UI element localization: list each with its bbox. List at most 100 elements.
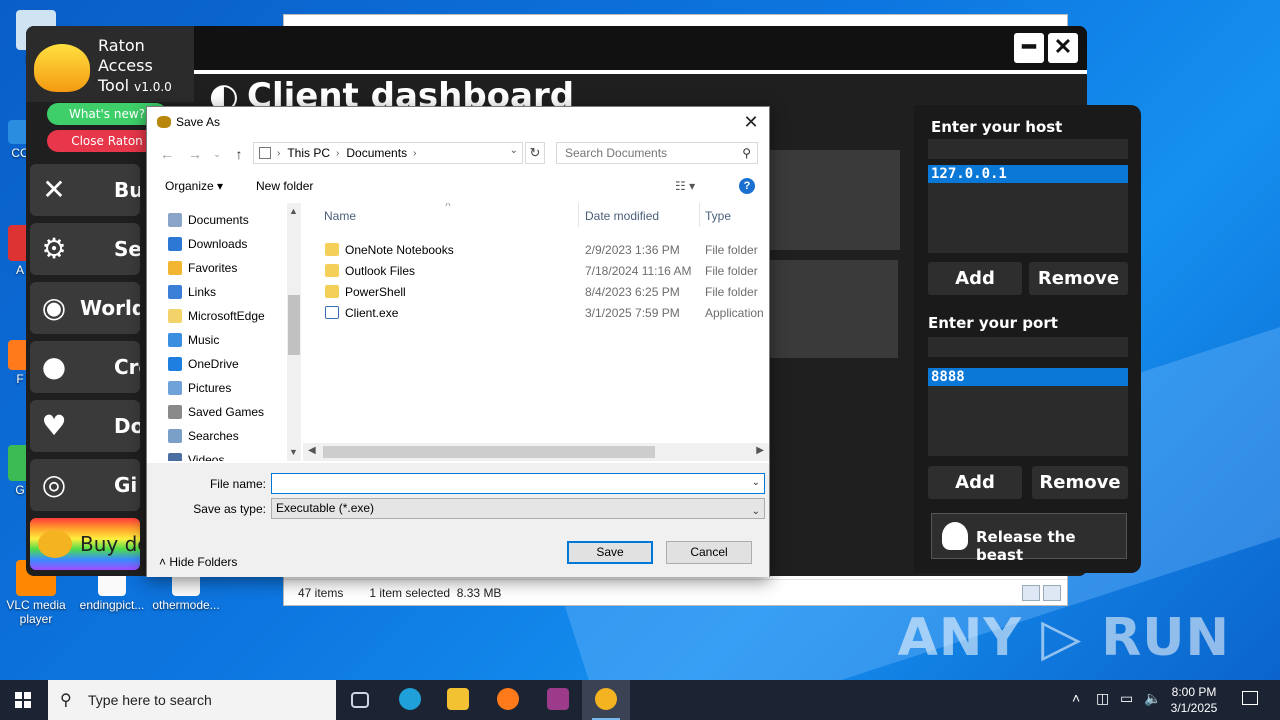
address-bar[interactable]: › This PC › Documents › ⌄ [253, 142, 523, 164]
search-input[interactable] [557, 143, 727, 163]
breadcrumb-this-pc[interactable]: This PC [287, 146, 330, 160]
details-view-icon[interactable] [1022, 585, 1040, 601]
hide-folders-button[interactable]: ˄ Hide Folders [159, 555, 237, 569]
taskbar-search-placeholder[interactable]: Type here to search [88, 692, 212, 708]
nav-item-saved-games[interactable]: Saved Games [168, 402, 264, 422]
folder-icon [325, 264, 339, 277]
breadcrumb-separator-icon[interactable]: › [277, 148, 280, 159]
clock[interactable]: 8:00 PM 3/1/2025 [1164, 684, 1224, 716]
taskbar-firefox[interactable] [484, 680, 532, 720]
nav-item-documents[interactable]: Documents [168, 210, 249, 230]
forward-arrow-icon[interactable]: → [185, 144, 205, 164]
dialog-titlebar[interactable]: Save As ✕ [147, 107, 769, 137]
notifications-icon[interactable] [1242, 691, 1258, 705]
file-name-value[interactable] [272, 476, 276, 490]
nav-item-onedrive[interactable]: OneDrive [168, 354, 239, 374]
column-header-name[interactable]: Name [324, 209, 356, 223]
add-port-button[interactable]: Add [928, 466, 1022, 499]
nav-item-downloads[interactable]: Downloads [168, 234, 247, 254]
breadcrumb-separator-icon[interactable]: › [413, 148, 416, 159]
column-divider[interactable] [699, 203, 700, 227]
chevron-down-icon[interactable]: ⌄ [752, 502, 760, 521]
search-box[interactable]: ⚲ [556, 142, 758, 164]
add-host-button[interactable]: Add [928, 262, 1022, 295]
minimize-button[interactable]: ━ [1014, 33, 1044, 63]
nav-item-pictures[interactable]: Pictures [168, 378, 231, 398]
nav-item-searches[interactable]: Searches [168, 426, 239, 446]
remove-port-button[interactable]: Remove [1032, 466, 1128, 499]
buy-button[interactable]: Buy de [30, 518, 140, 570]
save-type-select[interactable]: Executable (*.exe) ⌄ [271, 498, 765, 519]
chevron-down-icon[interactable]: ⌄ [752, 477, 760, 488]
nav-settings[interactable]: ⚙ Sett [30, 223, 140, 275]
taskbar-raton[interactable] [582, 680, 630, 720]
scrollbar-thumb[interactable] [323, 446, 655, 458]
scrollbar-thumb[interactable] [288, 295, 300, 355]
status-item-count: 47 items [298, 586, 344, 600]
system-tray: ˄ ◫ ▭ 🔈 8:00 PM 3/1/2025 [1050, 680, 1280, 720]
close-button[interactable]: ✕ [1048, 33, 1078, 63]
scroll-right-icon[interactable]: ▶ [756, 445, 764, 456]
breadcrumb-documents[interactable]: Documents [346, 146, 407, 160]
github-icon: ◎ [41, 468, 67, 501]
nav-github[interactable]: ◎ Gi [30, 459, 140, 511]
nav-item-microsoftedge[interactable]: MicrosoftEdge [168, 306, 265, 326]
back-arrow-icon[interactable]: ← [157, 144, 177, 164]
dialog-close-button[interactable]: ✕ [739, 110, 763, 134]
release-the-beast-button[interactable]: Release the beast [931, 513, 1127, 564]
column-divider[interactable] [578, 203, 579, 227]
nav-label: Do [114, 414, 140, 438]
help-icon[interactable]: ? [739, 178, 755, 194]
file-name-field[interactable]: ⌄ [271, 473, 765, 494]
volume-icon[interactable]: 🔈 [1144, 690, 1161, 707]
port-list[interactable]: 8888 [928, 368, 1128, 456]
up-arrow-icon[interactable]: ↑ [229, 144, 249, 164]
host-list[interactable]: 127.0.0.1 [928, 165, 1128, 253]
taskbar-edge[interactable] [386, 680, 434, 720]
start-button[interactable] [0, 680, 48, 720]
nav-world[interactable]: ◉ World [30, 282, 140, 334]
port-list-item[interactable]: 8888 [928, 368, 1128, 386]
taskbar-file-explorer[interactable] [434, 680, 482, 720]
nav-credits[interactable]: ● Cre [30, 341, 140, 393]
horizontal-scrollbar[interactable]: ◀ ▶ [303, 443, 769, 461]
nav-item-links[interactable]: Links [168, 282, 216, 302]
nav-builder[interactable]: ✕ Bu [30, 164, 140, 216]
nav-item-videos[interactable]: Videos [168, 450, 224, 461]
host-list-item[interactable]: 127.0.0.1 [928, 165, 1128, 183]
host-label: Enter your host [931, 118, 1063, 136]
organize-button[interactable]: Organize ▾ [165, 179, 223, 193]
chevron-up-icon[interactable]: ˄ [1072, 690, 1080, 706]
file-row[interactable]: OneNote Notebooks 2/9/2023 1:36 PM File … [303, 240, 769, 260]
raton-titlebar[interactable] [194, 26, 1087, 72]
remove-host-button[interactable]: Remove [1029, 262, 1128, 295]
refresh-icon[interactable]: ↻ [525, 142, 545, 164]
breadcrumb-separator-icon[interactable]: › [336, 148, 339, 159]
navigation-scrollbar[interactable]: ▲ ▼ [287, 203, 301, 461]
recent-locations-chevron-icon[interactable]: ⌄ [207, 144, 227, 164]
file-row[interactable]: Client.exe 3/1/2025 7:59 PM Application [303, 303, 769, 323]
change-view-icon[interactable]: ☷ ▾ [675, 179, 695, 193]
address-dropdown-icon[interactable]: ⌄ [510, 145, 518, 156]
host-input[interactable] [928, 139, 1128, 159]
scroll-down-icon[interactable]: ▼ [289, 447, 298, 457]
column-header-type[interactable]: Type [705, 209, 731, 223]
network-icon[interactable]: ▭ [1120, 690, 1133, 707]
file-row[interactable]: PowerShell 8/4/2023 6:25 PM File folder [303, 282, 769, 302]
nav-item-music[interactable]: Music [168, 330, 219, 350]
save-button[interactable]: Save [567, 541, 653, 564]
large-icons-view-icon[interactable] [1043, 585, 1061, 601]
column-header-date[interactable]: Date modified [585, 209, 659, 223]
scroll-up-icon[interactable]: ▲ [289, 206, 298, 216]
nav-donate[interactable]: ♥ Do [30, 400, 140, 452]
cancel-button[interactable]: Cancel [666, 541, 752, 564]
nav-item-favorites[interactable]: Favorites [168, 258, 237, 278]
taskbar-search[interactable]: ⚲ Type here to search [48, 680, 336, 720]
taskbar-winrar[interactable] [534, 680, 582, 720]
network-drive-icon[interactable]: ◫ [1096, 690, 1109, 707]
scroll-left-icon[interactable]: ◀ [308, 445, 316, 456]
task-view-button[interactable] [336, 680, 384, 720]
port-input[interactable] [928, 337, 1128, 357]
file-row[interactable]: Outlook Files 7/18/2024 11:16 AM File fo… [303, 261, 769, 281]
new-folder-button[interactable]: New folder [256, 179, 313, 193]
